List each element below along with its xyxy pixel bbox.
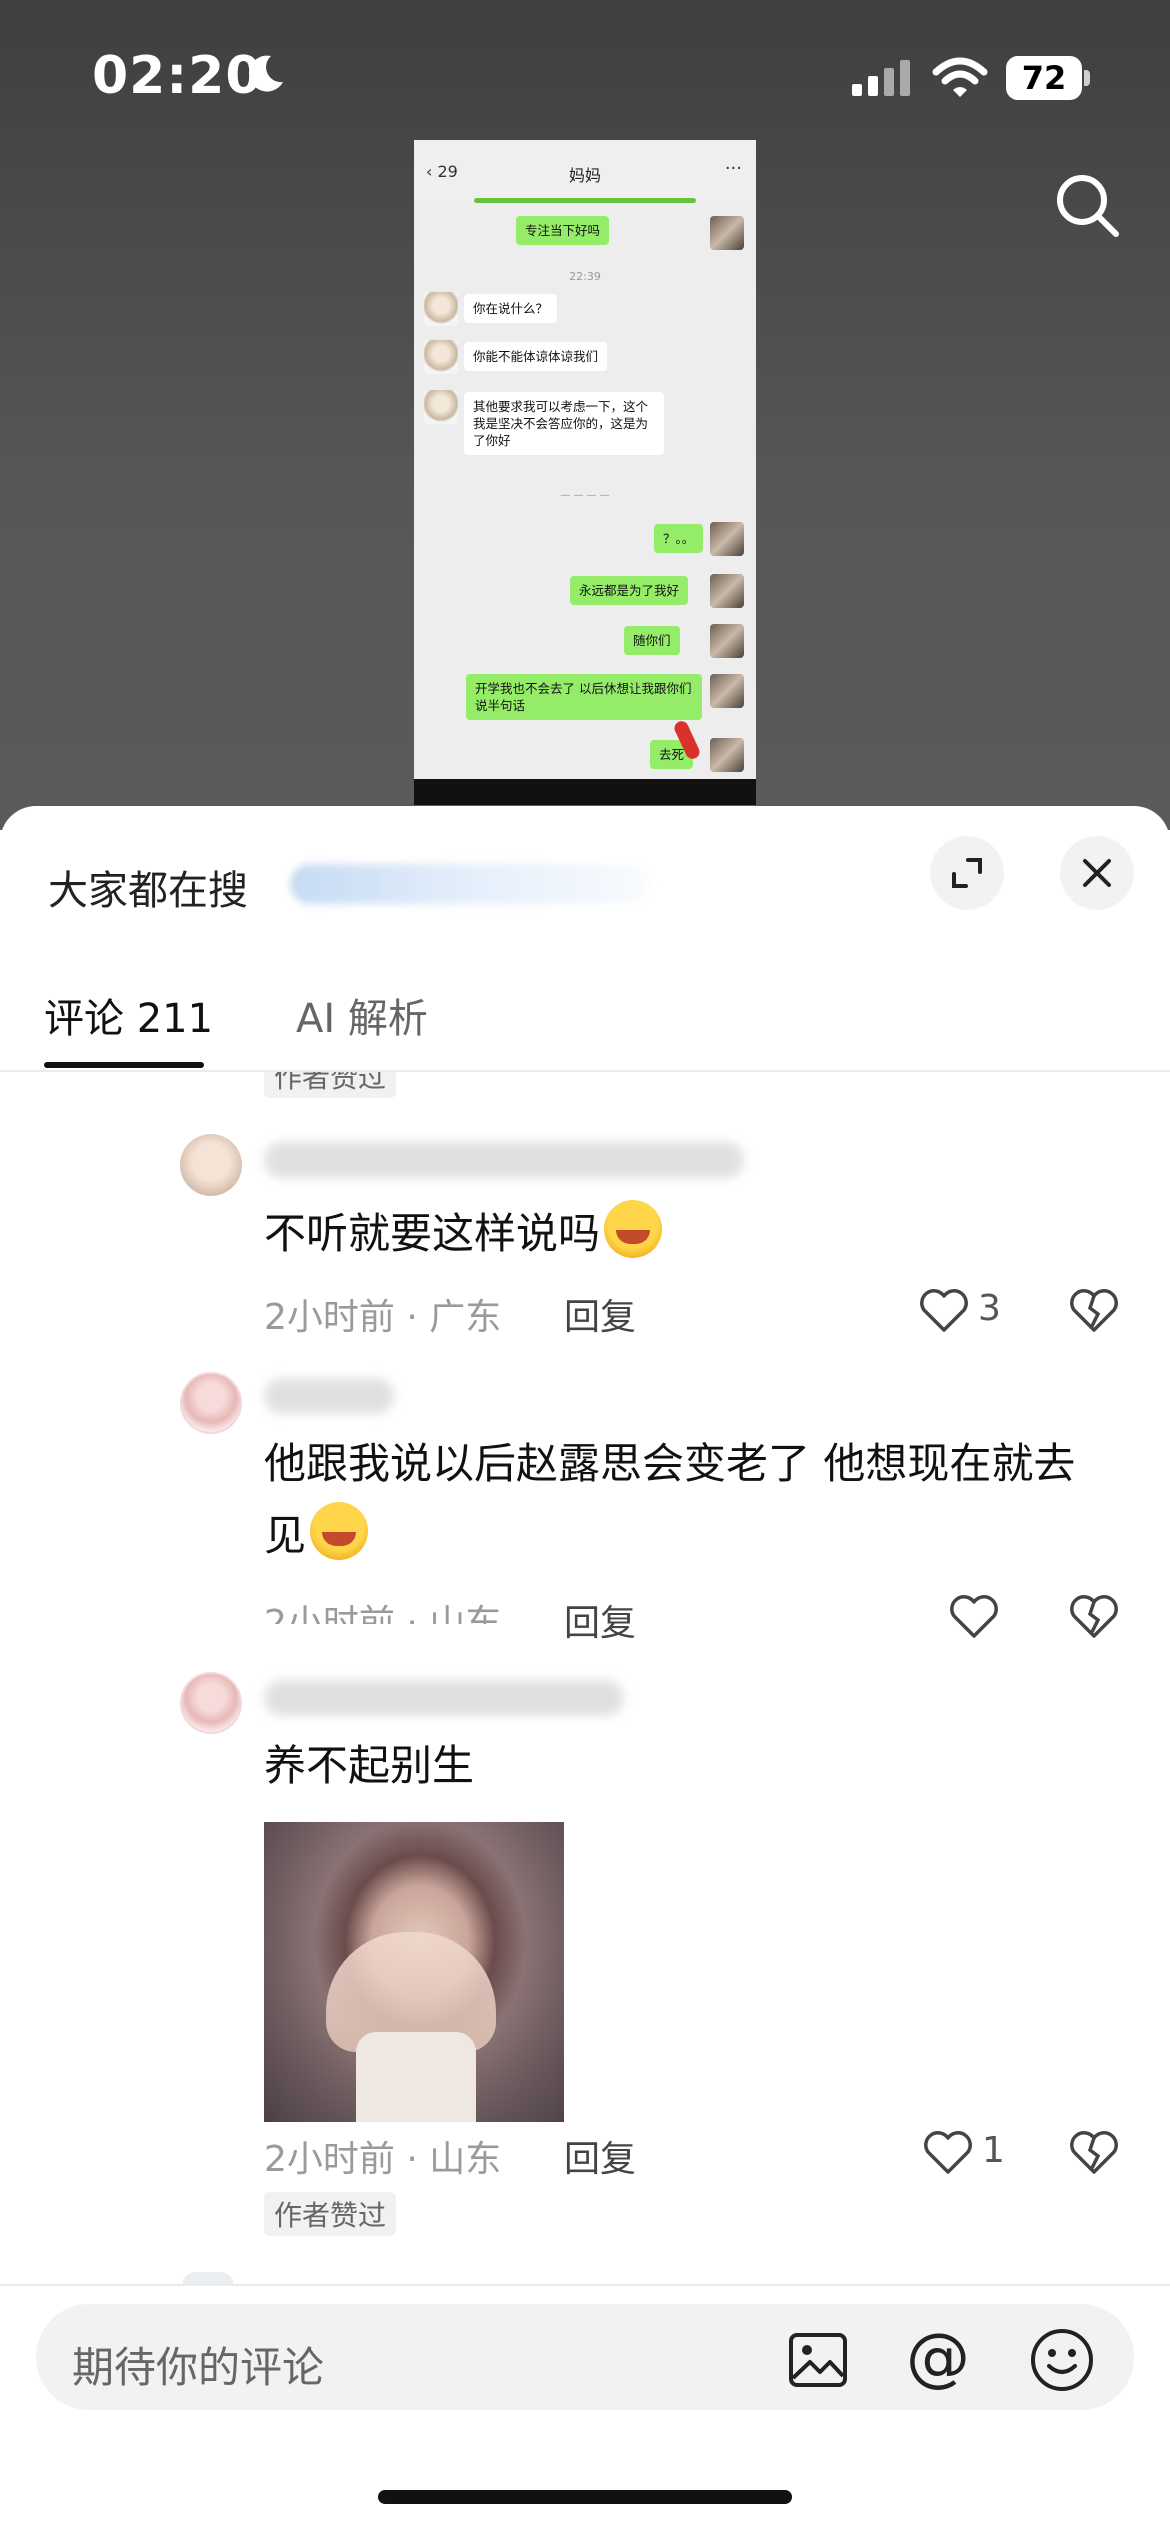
- chat-avatar-me: [710, 522, 744, 556]
- battery-indicator: 72: [1006, 56, 1090, 100]
- reply-button[interactable]: 回复: [564, 1594, 636, 1646]
- expand-button[interactable]: [930, 836, 1004, 910]
- comment-text-content: 不听就要这样说吗: [264, 1209, 601, 1258]
- heart-icon[interactable]: [948, 1592, 1000, 1640]
- chat-message: 随你们: [624, 626, 680, 655]
- crying-emoji-icon: [310, 1502, 369, 1560]
- chat-message: ？。。: [654, 524, 704, 553]
- at-icon[interactable]: @: [904, 2326, 972, 2394]
- image-icon[interactable]: [788, 2332, 848, 2388]
- reply-button[interactable]: 回复: [564, 2130, 636, 2182]
- broken-heart-icon[interactable]: [1068, 1286, 1120, 1334]
- comment-author-name[interactable]: [264, 1680, 624, 1716]
- comment-meta: 2小时前 · 山东: [264, 1603, 502, 1644]
- chat-message: 永远都是为了我好: [570, 576, 689, 605]
- like-count: 1: [982, 2130, 1005, 2171]
- chat-message: 专注当下好吗: [516, 216, 610, 245]
- video-area[interactable]: 02:20 72 ‹ 29 妈妈 ··· 专注当下好吗 22:39 你在说什么？: [0, 0, 1170, 830]
- comment-text-content: 见: [264, 1511, 307, 1560]
- tab-comments[interactable]: 评论 211: [44, 986, 213, 1044]
- comment-author-name[interactable]: [264, 1142, 744, 1178]
- close-button[interactable]: [1060, 836, 1134, 910]
- chat-avatar-me: [710, 738, 744, 772]
- tabs-divider: [0, 1070, 1170, 1072]
- comment-text: 养不起别生: [264, 1741, 475, 1790]
- author-liked-badge: 作者赞过: [264, 1072, 397, 1098]
- comment-text: 不听就要这样说吗: [264, 1198, 663, 1270]
- chat-avatar-me: [710, 574, 744, 608]
- wifi-icon: [932, 57, 988, 97]
- comment-meta: 2小时前 · 广东: [264, 1297, 502, 1338]
- avatar[interactable]: [180, 1672, 242, 1734]
- like-count: 3: [978, 1288, 1001, 1329]
- battery-level: 72: [1006, 56, 1082, 100]
- comment-text-line-2: 见: [264, 1500, 1075, 1572]
- chat-recall-notice: — — — —: [560, 490, 610, 501]
- heart-icon[interactable]: [922, 2128, 974, 2176]
- chat-screenshot: ‹ 29 妈妈 ··· 专注当下好吗 22:39 你在说什么？ 你能不能体谅体谅…: [414, 140, 756, 805]
- battery-tip: [1084, 70, 1090, 86]
- tab-ai-analysis[interactable]: AI 解析: [296, 986, 428, 1044]
- chat-avatar-me: [710, 674, 744, 708]
- chat-header: ‹ 29 妈妈 ···: [414, 140, 756, 202]
- broken-heart-icon[interactable]: [1068, 1592, 1120, 1640]
- active-tab-indicator: [44, 1062, 204, 1068]
- chat-progress-bar: [474, 198, 696, 203]
- signal-icon: [852, 60, 910, 96]
- chat-avatar-mom: [424, 292, 458, 326]
- comment-meta: 2小时前 · 山东: [264, 2139, 502, 2180]
- chat-avatar-mom: [424, 340, 458, 374]
- comment-author-name[interactable]: [264, 1378, 394, 1414]
- author-liked-badge: 作者赞过: [264, 2192, 397, 2236]
- close-icon: [1083, 859, 1111, 887]
- chat-more-icon: ···: [724, 158, 742, 179]
- broken-heart-icon[interactable]: [1068, 2128, 1120, 2176]
- chat-title: 妈妈: [568, 166, 601, 185]
- home-indicator: [378, 2490, 792, 2504]
- expand-icon: [952, 858, 982, 888]
- emoji-icon[interactable]: [1028, 2326, 1096, 2394]
- comment-text: 他跟我说以后赵露思会变老了 他想现在就去 见: [264, 1428, 1075, 1572]
- trending-search-query[interactable]: [290, 864, 650, 904]
- comment-text-line: 他跟我说以后赵露思会变老了 他想现在就去: [264, 1439, 1076, 1488]
- chat-message: 其他要求我可以考虑一下，这个我是坚决不会答应你的，这是为了你好: [464, 392, 664, 455]
- avatar[interactable]: [180, 1372, 242, 1434]
- comment-image-detail: [356, 2032, 476, 2122]
- input-divider: [0, 2284, 1170, 2286]
- laugh-cry-emoji-icon: [604, 1200, 663, 1258]
- comment-input[interactable]: 期待你的评论: [72, 2334, 324, 2395]
- comment-image[interactable]: [264, 1822, 564, 2122]
- heart-icon[interactable]: [918, 1286, 970, 1334]
- trending-search-label[interactable]: 大家都在搜: [48, 858, 248, 916]
- reply-button[interactable]: 回复: [564, 1288, 636, 1340]
- chat-bottom-bar: [414, 779, 756, 805]
- chat-timestamp: 22:39: [569, 270, 601, 283]
- comment-sheet: 大家都在搜 评论 211 AI 解析 作者赞过 不听就要这样说吗 2小时前 · …: [0, 806, 1170, 2532]
- chat-avatar-mom: [424, 390, 458, 424]
- chat-message: 你能不能体谅体谅我们: [464, 342, 608, 371]
- chat-avatar-me: [710, 216, 744, 250]
- status-time: 02:20: [92, 46, 263, 106]
- chat-message: 开学我也不会去了 以后休想让我跟你们说半句话: [466, 674, 702, 720]
- moon-icon: [249, 55, 283, 92]
- avatar[interactable]: [180, 1134, 242, 1196]
- chat-avatar-me: [710, 624, 744, 658]
- search-icon[interactable]: [1052, 170, 1122, 240]
- chat-message: 你在说什么？: [464, 294, 558, 323]
